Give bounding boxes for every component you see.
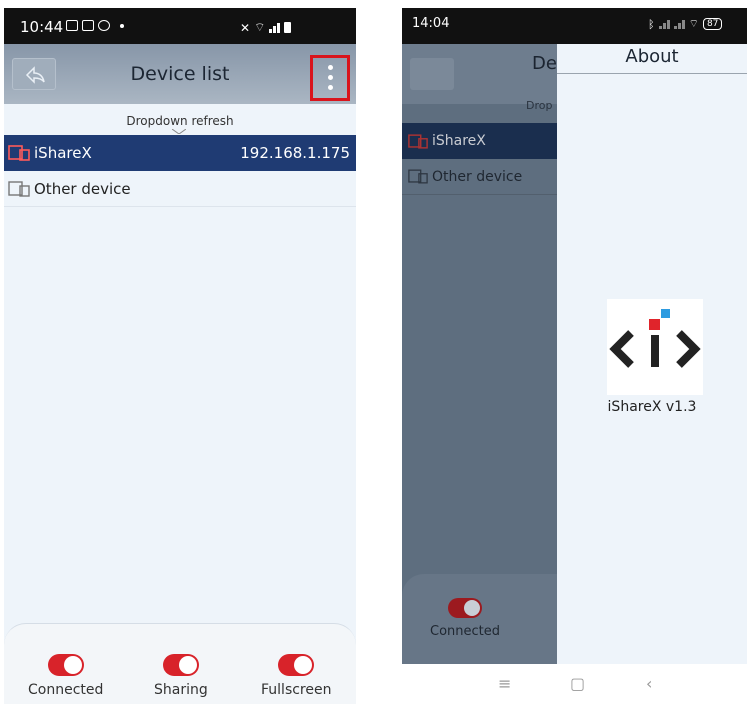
device-list-screen: 10:44 ✕ ⌔ Device list Dropdown refresh i…: [4, 8, 356, 704]
dimmed-device-row-other: Other device: [402, 159, 557, 195]
dimmed-connected-toggle-item: Connected: [430, 598, 500, 639]
device-name: Other device: [432, 168, 523, 185]
whatsapp-icon: [98, 20, 110, 31]
device-name: Other device: [34, 179, 131, 198]
chevron-down-icon: [172, 129, 186, 134]
gallery-icon: [82, 20, 94, 31]
fullscreen-toggle[interactable]: [278, 654, 315, 676]
status-time: 14:04: [412, 16, 450, 31]
dimmed-device-row-isharex: iShareX: [402, 123, 557, 159]
signal-icon-2: [673, 19, 685, 29]
wifi-icon: ⌔: [688, 17, 699, 30]
app-header: Device list: [4, 44, 356, 104]
device-name: iShareX: [432, 133, 486, 149]
fullscreen-label: Fullscreen: [261, 682, 332, 698]
back-nav-icon[interactable]: ‹: [646, 674, 652, 693]
about-drawer-screen: 14:04 ᛒ ⌔ 87 De Drop iShareX Other devic…: [402, 8, 747, 704]
system-icons: ᛒ ⌔ 87: [648, 17, 723, 31]
battery-icon: 87: [702, 18, 723, 30]
more-vert-icon: [328, 65, 333, 70]
system-nav-bar: ≡ ▢ ‹: [402, 664, 747, 704]
device-ip: 192.168.1.175: [240, 144, 350, 162]
app-logo: [607, 299, 703, 395]
dimmed-bottom-panel: Connected: [402, 574, 557, 664]
notification-icons: [66, 20, 124, 31]
isharex-logo-icon: [609, 309, 701, 368]
sharing-label: Sharing: [154, 682, 208, 698]
bottom-toggle-panel: Connected Sharing Fullscreen: [4, 623, 356, 704]
device-row-isharex[interactable]: iShareX 192.168.1.175: [4, 135, 356, 171]
signal-icon: [269, 22, 281, 33]
connected-label: Connected: [28, 682, 104, 698]
dimmed-refresh-label: Drop: [526, 99, 553, 112]
device-icon: [408, 133, 428, 149]
drawer-title: About: [557, 44, 747, 74]
mute-icon: ✕: [240, 20, 251, 35]
about-drawer: About iShareX v1.3: [557, 44, 747, 664]
system-icons: ✕ ⌔: [240, 20, 292, 35]
fullscreen-toggle-item: Fullscreen: [261, 654, 331, 698]
signal-icon: [658, 19, 670, 29]
battery-icon: [284, 22, 292, 33]
app-version: iShareX v1.3: [607, 399, 697, 415]
screen-share-icon: [66, 20, 78, 31]
device-icon: [408, 169, 428, 184]
status-bar: 10:44 ✕ ⌔: [4, 8, 356, 44]
page-title: Device list: [130, 63, 230, 85]
status-time: 10:44: [20, 18, 64, 36]
device-icon: [8, 180, 30, 197]
status-bar: 14:04 ᛒ ⌔ 87: [402, 8, 747, 44]
connected-toggle[interactable]: [47, 654, 84, 676]
device-name: iShareX: [34, 144, 92, 162]
sharing-toggle-item: Sharing: [154, 654, 208, 698]
pull-to-refresh-label: Dropdown refresh: [126, 114, 234, 128]
back-button: [410, 58, 454, 90]
dimmed-title: De: [532, 53, 557, 74]
menu-nav-icon[interactable]: ≡: [498, 674, 511, 693]
bluetooth-icon: ᛒ: [648, 17, 655, 31]
device-row-other[interactable]: Other device: [4, 171, 356, 207]
connected-toggle-item: Connected: [28, 654, 103, 698]
device-icon: [8, 145, 30, 161]
dimmed-header: De: [402, 44, 557, 104]
dimmed-device-list[interactable]: De Drop iShareX Other device Connected: [402, 44, 557, 664]
sharing-toggle[interactable]: [162, 654, 199, 676]
connected-label: Connected: [430, 624, 501, 639]
connected-toggle: [448, 598, 482, 618]
more-menu-button[interactable]: [310, 55, 350, 101]
wifi-icon: ⌔: [254, 20, 266, 34]
home-nav-icon[interactable]: ▢: [570, 674, 585, 693]
more-notifications-icon: [120, 23, 124, 28]
